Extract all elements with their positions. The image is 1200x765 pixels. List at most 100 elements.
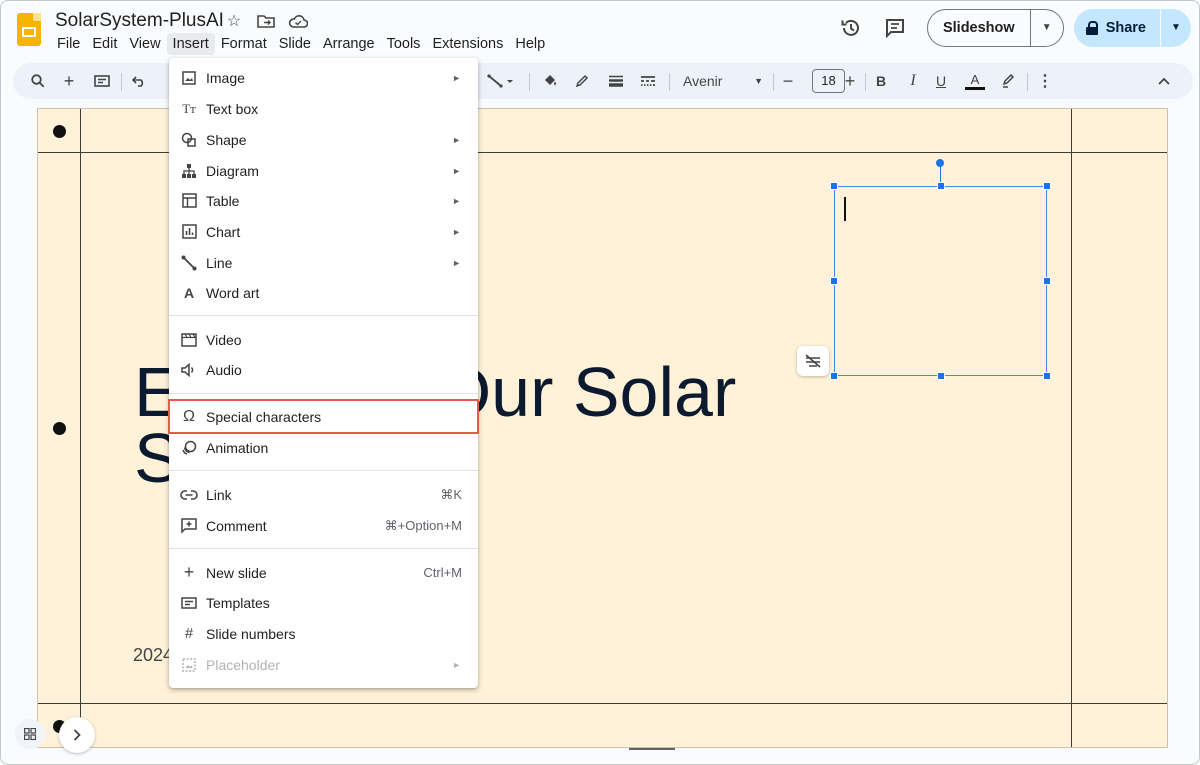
- resize-handle[interactable]: [830, 277, 838, 285]
- fill-color-icon[interactable]: [539, 69, 561, 93]
- grid-view-icon[interactable]: [15, 719, 45, 749]
- document-title[interactable]: SolarSystem-PlusAI: [55, 10, 224, 32]
- menu-extensions[interactable]: Extensions: [426, 33, 509, 55]
- menu-item-label: Special characters: [206, 408, 322, 425]
- toolbar-divider: [773, 73, 774, 91]
- hash-icon: #: [184, 625, 194, 642]
- menu-item-audio[interactable]: Audio: [169, 354, 478, 385]
- menu-view[interactable]: View: [123, 33, 166, 55]
- format-quick-action-icon[interactable]: [797, 346, 829, 376]
- menu-item-comment[interactable]: Comment ⌘+Option+M: [169, 510, 478, 541]
- submenu-arrow-icon: ►: [452, 226, 461, 237]
- menu-item-templates[interactable]: Templates: [169, 587, 478, 618]
- comments-icon[interactable]: [877, 10, 913, 46]
- menu-bar: File Edit View Insert Format Slide Arran…: [51, 33, 551, 55]
- italic-icon[interactable]: I: [903, 69, 923, 93]
- menu-format[interactable]: Format: [215, 33, 273, 55]
- underline-icon[interactable]: U: [931, 69, 951, 93]
- share-dropdown-icon[interactable]: ▼: [1161, 9, 1191, 47]
- shape-icon: [180, 131, 198, 149]
- border-dash-icon[interactable]: [637, 69, 659, 93]
- menu-item-image[interactable]: Image ►: [169, 62, 478, 93]
- menu-arrange[interactable]: Arrange: [317, 33, 381, 55]
- font-family-select[interactable]: Avenir ▼: [683, 69, 763, 93]
- move-folder-icon[interactable]: [255, 11, 277, 31]
- chart-icon: [180, 223, 198, 241]
- bold-icon[interactable]: B: [871, 69, 891, 93]
- text-cursor: [844, 197, 846, 221]
- speaker-notes-drag-handle[interactable]: [629, 748, 675, 750]
- guide-line: [80, 109, 81, 747]
- menu-item-animation[interactable]: Animation: [169, 432, 478, 463]
- resize-handle[interactable]: [1043, 277, 1051, 285]
- border-color-icon[interactable]: [571, 69, 593, 93]
- menu-item-table[interactable]: Table ►: [169, 185, 478, 216]
- version-history-icon[interactable]: [833, 10, 869, 46]
- menu-item-label: Placeholder: [206, 656, 280, 673]
- collapse-toolbar-icon[interactable]: [1153, 69, 1175, 93]
- slide-subtitle[interactable]: 2024: [133, 645, 173, 666]
- text-box-icon: Tт: [182, 100, 196, 116]
- menu-item-chart[interactable]: Chart ►: [169, 216, 478, 247]
- cloud-saved-icon[interactable]: [287, 11, 309, 31]
- menu-item-special-characters[interactable]: Ω Special characters: [168, 399, 479, 434]
- menu-file[interactable]: File: [51, 33, 86, 55]
- menu-item-label: Image: [206, 69, 245, 86]
- text-color-icon[interactable]: A: [963, 69, 987, 93]
- menu-item-label: Slide numbers: [206, 625, 296, 642]
- menu-slide[interactable]: Slide: [273, 33, 317, 55]
- menu-insert[interactable]: Insert: [166, 33, 215, 55]
- slide-title-line1-end: Our Solar: [436, 353, 737, 431]
- shortcut-text: ⌘K: [440, 486, 462, 502]
- menu-item-shape[interactable]: Shape ►: [169, 124, 478, 155]
- border-weight-icon[interactable]: [605, 69, 627, 93]
- menu-item-video[interactable]: Video: [169, 324, 478, 355]
- line-tool-icon[interactable]: [483, 69, 519, 93]
- menu-item-label: Text box: [206, 100, 259, 117]
- resize-handle[interactable]: [830, 182, 838, 190]
- resize-handle[interactable]: [830, 372, 838, 380]
- toolbar-divider: [865, 73, 866, 91]
- menu-item-label: Templates: [206, 594, 270, 611]
- increase-font-size-button[interactable]: +: [841, 69, 859, 93]
- menu-divider: [169, 470, 478, 471]
- expand-filmstrip-icon[interactable]: [59, 717, 95, 753]
- resize-handle[interactable]: [1043, 182, 1051, 190]
- toolbar-divider: [121, 73, 122, 91]
- menu-item-text-box[interactable]: Tт Text box: [169, 93, 478, 124]
- menu-item-link[interactable]: Link ⌘K: [169, 479, 478, 510]
- menu-edit[interactable]: Edit: [86, 33, 123, 55]
- highlight-color-icon[interactable]: [997, 69, 1019, 93]
- menu-item-new-slide[interactable]: + New slide Ctrl+M: [169, 557, 478, 588]
- link-icon: [180, 486, 198, 504]
- menu-item-label: Line: [206, 254, 233, 271]
- menu-item-slide-numbers[interactable]: # Slide numbers: [169, 618, 478, 649]
- resize-handle[interactable]: [937, 372, 945, 380]
- selected-text-box[interactable]: [834, 186, 1047, 376]
- slideshow-dropdown-icon[interactable]: ▼: [1031, 10, 1063, 46]
- decrease-font-size-button[interactable]: −: [779, 69, 797, 93]
- shortcut-text: Ctrl+M: [423, 565, 462, 580]
- resize-handle[interactable]: [1043, 372, 1051, 380]
- search-menus-icon[interactable]: [27, 69, 49, 93]
- animation-icon: [180, 439, 198, 457]
- insert-menu: Image ► Tт Text box Shape ► Diagram ► Ta…: [168, 58, 479, 688]
- submenu-arrow-icon: ►: [452, 195, 461, 206]
- menu-help[interactable]: Help: [509, 33, 551, 55]
- slideshow-button-group: Slideshow ▼: [926, 9, 1064, 47]
- undo-icon[interactable]: [129, 69, 149, 93]
- share-button[interactable]: Share: [1074, 9, 1161, 47]
- new-slide-icon[interactable]: +: [59, 69, 79, 93]
- menu-item-line[interactable]: Line ►: [169, 247, 478, 278]
- menu-divider: [169, 548, 478, 549]
- font-family-value: Avenir: [683, 73, 723, 89]
- menu-tools[interactable]: Tools: [381, 33, 427, 55]
- slides-logo-icon[interactable]: [17, 13, 41, 46]
- slideshow-button[interactable]: Slideshow: [928, 10, 1031, 46]
- layout-icon[interactable]: [91, 69, 113, 93]
- menu-item-word-art[interactable]: A Word art: [169, 277, 478, 308]
- more-options-icon[interactable]: ⋮: [1035, 69, 1055, 93]
- resize-handle[interactable]: [937, 182, 945, 190]
- menu-item-diagram[interactable]: Diagram ►: [169, 155, 478, 186]
- star-icon[interactable]: ☆: [223, 11, 245, 31]
